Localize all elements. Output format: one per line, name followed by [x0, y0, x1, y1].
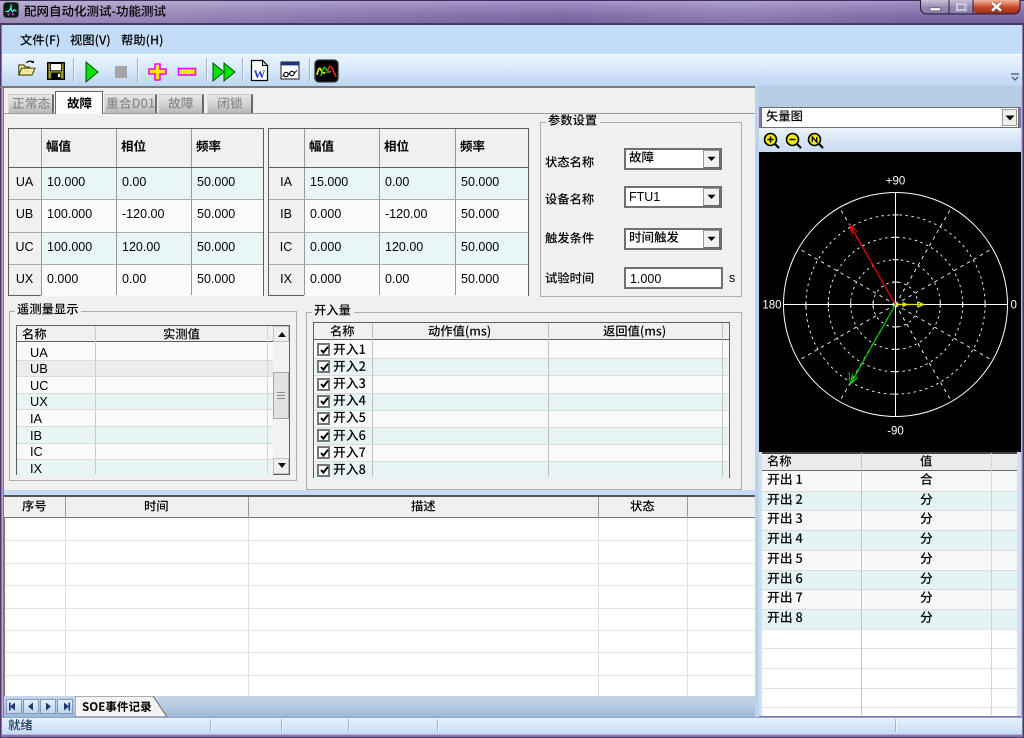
- svg-text:+90: +90: [886, 176, 906, 188]
- svg-text:1: 1: [847, 372, 853, 383]
- svg-text:0: 0: [1011, 300, 1017, 312]
- svg-text:180: 180: [762, 300, 781, 312]
- svg-text:-90: -90: [887, 426, 904, 438]
- svg-text:W: W: [254, 67, 266, 81]
